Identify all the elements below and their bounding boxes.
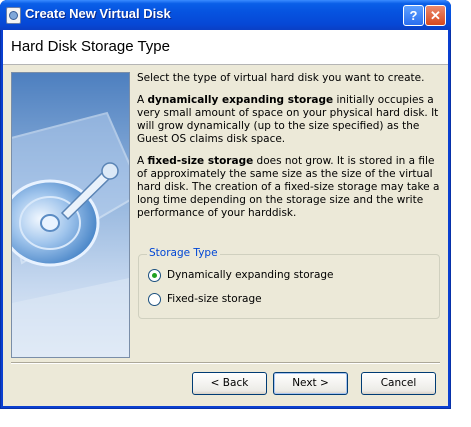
page-title: Hard Disk Storage Type <box>11 38 170 55</box>
dynamic-prefix: A <box>137 94 148 106</box>
radio-unchecked-icon[interactable] <box>148 292 161 306</box>
storage-type-legend: Storage Type <box>147 247 220 259</box>
close-button[interactable]: ✕ <box>425 5 446 26</box>
dialog-client-area: Hard Disk Storage Type Select the type o… <box>3 30 448 406</box>
radio-checked-icon[interactable] <box>148 268 161 282</box>
title-bar[interactable]: Create New Virtual Disk ? ✕ <box>0 0 451 30</box>
intro-text: Select the type of virtual hard disk you… <box>137 72 425 84</box>
next-button[interactable]: Next > <box>273 372 348 395</box>
dynamic-term: dynamically expanding storage <box>147 94 334 106</box>
dynamic-description: A dynamically expanding storage initiall… <box>137 94 441 146</box>
fixed-description: A fixed-size storage does not grow. It i… <box>137 155 441 220</box>
app-icon <box>6 7 21 24</box>
page-header: Hard Disk Storage Type <box>3 30 448 65</box>
back-button[interactable]: < Back <box>192 372 267 395</box>
help-button[interactable]: ? <box>403 5 424 26</box>
hard-disk-illustration <box>11 72 130 358</box>
radio-fixed-label[interactable]: Fixed-size storage <box>167 293 262 305</box>
window-title: Create New Virtual Disk <box>25 6 171 21</box>
dialog-window: Create New Virtual Disk ? ✕ Hard Disk St… <box>0 0 451 409</box>
storage-type-groupbox: Storage Type Dynamically expanding stora… <box>138 247 440 319</box>
fixed-prefix: A <box>137 155 148 167</box>
hard-disk-icon <box>12 73 129 357</box>
fixed-term: fixed-size storage <box>147 155 254 167</box>
description-text: Select the type of virtual hard disk you… <box>137 72 441 229</box>
radio-dynamic-storage[interactable]: Dynamically expanding storage <box>148 268 334 282</box>
radio-dynamic-label[interactable]: Dynamically expanding storage <box>167 269 334 281</box>
footer-divider <box>11 362 440 364</box>
radio-fixed-storage[interactable]: Fixed-size storage <box>148 292 262 306</box>
cancel-button[interactable]: Cancel <box>361 372 436 395</box>
